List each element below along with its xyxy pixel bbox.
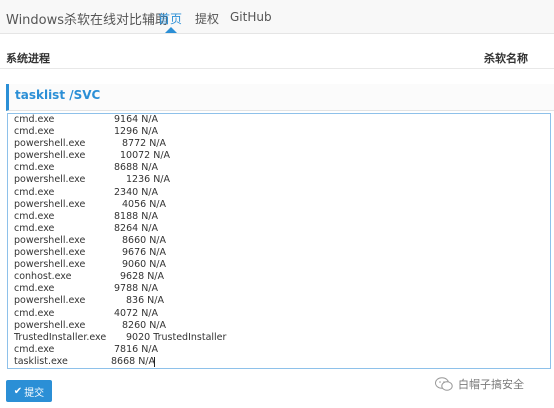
check-icon: ✔ xyxy=(13,385,23,397)
submit-button[interactable]: ✔ 提交 xyxy=(6,380,52,402)
process-line: powershell.exe 8260 N/A xyxy=(14,320,314,332)
panel-heading: tasklist /SVC xyxy=(6,84,554,111)
process-info: 4072 N/A xyxy=(114,307,159,319)
process-name: cmd.exe xyxy=(14,162,55,174)
process-info: 8688 N/A xyxy=(114,162,159,174)
process-name: powershell.exe xyxy=(14,198,86,210)
process-list: cmd.exe 9164 N/A cmd.exe 1296 N/A powershell… xyxy=(14,114,314,368)
process-info: 1296 N/A xyxy=(114,126,159,138)
process-info: 8668 N/A xyxy=(111,355,156,367)
process-info: 9164 N/A xyxy=(114,114,159,125)
process-line: powershell.exe 9060 N/A xyxy=(14,259,314,271)
process-name: cmd.exe xyxy=(14,126,55,138)
process-info: 8772 N/A xyxy=(122,138,167,150)
submit-label: 提交 xyxy=(24,387,45,399)
process-name: cmd.exe xyxy=(14,210,55,222)
col-system-process: 系统进程 xyxy=(6,52,50,65)
process-name: tasklist.exe xyxy=(14,355,68,367)
process-info: 7816 N/A xyxy=(114,343,159,355)
nav-github[interactable]: GitHub xyxy=(230,10,272,24)
process-name: powershell.exe xyxy=(14,138,86,150)
process-line: powershell.exe 10072 N/A xyxy=(14,150,314,162)
process-line: cmd.exe 8188 N/A xyxy=(14,211,314,223)
process-info: 4056 N/A xyxy=(122,198,167,210)
process-name: cmd.exe xyxy=(14,283,55,295)
process-line: cmd.exe 4072 N/A xyxy=(14,308,314,320)
process-name: conhost.exe xyxy=(14,271,72,283)
process-name: cmd.exe xyxy=(14,307,55,319)
text-cursor xyxy=(154,356,155,367)
table-header: 系统进程 杀软名称 xyxy=(0,33,554,69)
process-line: cmd.exe 2340 N/A xyxy=(14,187,314,199)
nav-privesc[interactable]: 提权 xyxy=(195,10,219,27)
watermark-text: 白帽子搞安全 xyxy=(458,378,524,391)
process-info: 9788 N/A xyxy=(114,283,159,295)
process-name: cmd.exe xyxy=(14,186,55,198)
process-info: 9676 N/A xyxy=(122,247,167,259)
process-name: powershell.exe xyxy=(14,234,86,246)
process-name: powershell.exe xyxy=(14,247,86,259)
process-name: cmd.exe xyxy=(14,222,55,234)
process-info: 8660 N/A xyxy=(122,234,167,246)
process-line: powershell.exe 9676 N/A xyxy=(14,247,314,259)
process-line: cmd.exe 1296 N/A xyxy=(14,126,314,138)
wechat-icon xyxy=(435,377,453,391)
nav-home[interactable]: 首页 xyxy=(158,10,182,27)
process-name: cmd.exe xyxy=(14,343,55,355)
process-name: powershell.exe xyxy=(14,295,86,307)
process-name: cmd.exe xyxy=(14,114,55,125)
process-name: powershell.exe xyxy=(14,319,86,331)
process-name: powershell.exe xyxy=(14,150,86,162)
process-info: 10072 N/A xyxy=(120,150,171,162)
process-line: conhost.exe 9628 N/A xyxy=(14,271,314,283)
process-info: 9060 N/A xyxy=(122,259,167,271)
process-line: powershell.exe 8660 N/A xyxy=(14,235,314,247)
process-line: cmd.exe 9788 N/A xyxy=(14,283,314,295)
process-info: 1236 N/A xyxy=(126,174,171,186)
process-line: TrustedInstaller.exe 9020 TrustedInstalle… xyxy=(14,332,314,344)
process-line: powershell.exe 8772 N/A xyxy=(14,138,314,150)
watermark: 白帽子搞安全 xyxy=(435,376,524,392)
process-line: cmd.exe 8688 N/A xyxy=(14,162,314,174)
process-line: powershell.exe 4056 N/A xyxy=(14,199,314,211)
process-line: powershell.exe 836 N/A xyxy=(14,295,314,307)
process-name: TrustedInstaller.exe xyxy=(14,331,107,343)
process-line: cmd.exe 9164 N/A xyxy=(14,114,314,126)
process-line: cmd.exe 7816 N/A xyxy=(14,344,314,356)
process-line: cmd.exe 8264 N/A xyxy=(14,223,314,235)
panel-title-text: tasklist /SVC xyxy=(15,88,101,102)
process-line: tasklist.exe 8668 N/A xyxy=(14,356,314,368)
brand-title[interactable]: Windows杀软在线对比辅助 xyxy=(6,9,168,28)
process-name: powershell.exe xyxy=(14,174,86,186)
tasklist-textarea[interactable]: cmd.exe 9164 N/A cmd.exe 1296 N/A powershell… xyxy=(7,113,551,369)
process-line: powershell.exe 1236 N/A xyxy=(14,174,314,186)
process-name: powershell.exe xyxy=(14,259,86,271)
process-info: 9020 TrustedInstaller xyxy=(126,331,227,343)
process-info: 836 N/A xyxy=(126,295,164,307)
process-info: 8260 N/A xyxy=(122,319,167,331)
col-av-name: 杀软名称 xyxy=(484,52,528,65)
top-navbar: Windows杀软在线对比辅助 首页 提权 GitHub xyxy=(0,0,554,34)
process-info: 2340 N/A xyxy=(114,186,159,198)
process-info: 8188 N/A xyxy=(114,210,159,222)
process-info: 8264 N/A xyxy=(114,222,159,234)
process-info: 9628 N/A xyxy=(120,271,165,283)
